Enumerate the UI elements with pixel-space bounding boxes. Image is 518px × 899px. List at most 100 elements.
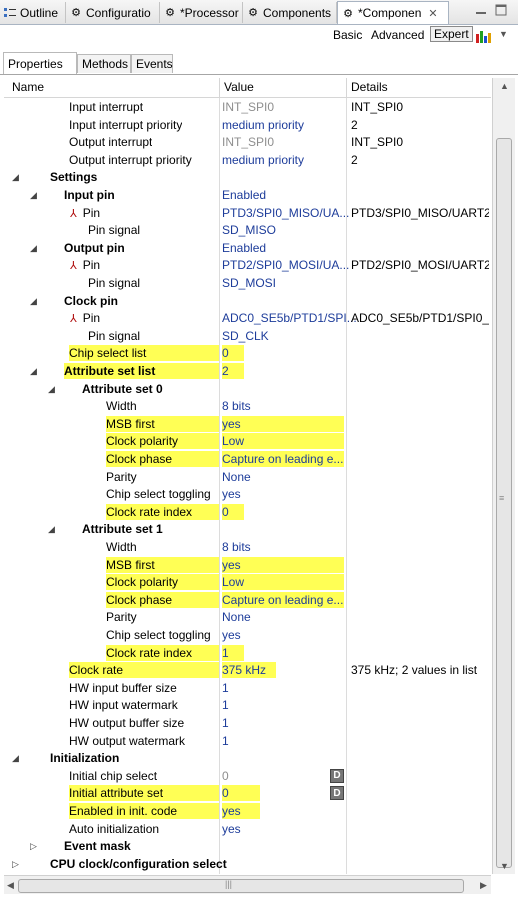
table-row[interactable]: Parity None	[4, 468, 491, 486]
expanded-twisty-icon[interactable]: ◢	[48, 524, 55, 535]
table-row[interactable]: ▷ CPU clock/configuration select	[4, 855, 491, 873]
table-row[interactable]: ◢ Clock pin	[4, 292, 491, 310]
table-row[interactable]: Initial attribute set 0 D	[4, 784, 491, 802]
property-value[interactable]: medium priority	[222, 152, 304, 168]
table-row[interactable]: Parity None	[4, 608, 491, 626]
table-row[interactable]: MSB first yes	[4, 415, 491, 433]
table-row[interactable]: ◢ Initialization	[4, 749, 491, 767]
table-row[interactable]: Clock rate index 1	[4, 644, 491, 662]
property-value[interactable]: 0	[222, 768, 229, 784]
scroll-left-icon[interactable]: ◀	[7, 880, 14, 891]
close-icon[interactable]: ✕	[428, 7, 437, 20]
property-value[interactable]: Low	[222, 433, 344, 450]
property-value[interactable]: PTD3/SPI0_MISO/UA...	[222, 205, 349, 221]
property-value[interactable]: Enabled	[222, 240, 266, 256]
maximize-icon[interactable]	[495, 4, 507, 19]
table-row[interactable]: Clock rate 375 kHz 375 kHz; 2 values in li…	[4, 661, 491, 679]
property-value[interactable]: Low	[222, 574, 344, 591]
default-value-button[interactable]: D	[330, 786, 344, 801]
table-row[interactable]: ⅄ Pin ADC0_SE5b/PTD1/SPI... ADC0_SE5b/PTD1/…	[4, 309, 491, 327]
view-menu-icon[interactable]: ▼	[499, 29, 508, 39]
table-row[interactable]: ◢ Settings	[4, 168, 491, 186]
property-value[interactable]: INT_SPI0	[222, 99, 274, 115]
table-row[interactable]: Width 8 bits	[4, 397, 491, 415]
property-value[interactable]: 8 bits	[222, 539, 251, 555]
scroll-up-icon[interactable]: ▲	[500, 81, 509, 91]
property-value[interactable]: yes	[222, 627, 241, 643]
property-value[interactable]: 1	[222, 697, 229, 713]
table-row[interactable]: Pin signal SD_MISO	[4, 221, 491, 239]
table-row[interactable]: Input interrupt priority medium priority 2	[4, 116, 491, 134]
property-value[interactable]: yes	[222, 803, 260, 819]
table-row[interactable]: ◢ Output pin Enabled	[4, 239, 491, 257]
table-row[interactable]: Clock phase Capture on leading e...	[4, 591, 491, 609]
scroll-down-icon[interactable]: ▼	[500, 861, 509, 871]
table-row[interactable]: Clock phase Capture on leading e...	[4, 450, 491, 468]
table-row[interactable]: Auto initialization yes	[4, 820, 491, 838]
table-row[interactable]: Input interrupt INT_SPI0 INT_SPI0	[4, 98, 491, 116]
expanded-twisty-icon[interactable]: ◢	[12, 172, 19, 183]
column-header-value[interactable]: Value	[224, 80, 254, 94]
property-value[interactable]: INT_SPI0	[222, 134, 274, 150]
table-row[interactable]: Output interrupt INT_SPI0 INT_SPI0	[4, 133, 491, 151]
table-row[interactable]: Chip select toggling yes	[4, 485, 491, 503]
table-row[interactable]: ◢ Attribute set list 2	[4, 362, 491, 380]
table-row[interactable]: Output interrupt priority medium priority…	[4, 151, 491, 169]
scroll-thumb[interactable]: |||	[18, 879, 464, 893]
table-row[interactable]: Width 8 bits	[4, 538, 491, 556]
collapsed-twisty-icon[interactable]: ▷	[12, 859, 19, 870]
table-row[interactable]: ⅄ Pin PTD2/SPI0_MOSI/UA... PTD2/SPI0_MOSI/U…	[4, 256, 491, 274]
property-value[interactable]: 2	[222, 363, 244, 379]
expanded-twisty-icon[interactable]: ◢	[30, 243, 37, 254]
tab-component-inspector[interactable]: ⚙ *Componen ✕	[337, 1, 449, 24]
column-header-details[interactable]: Details	[351, 80, 388, 94]
property-value[interactable]: yes	[222, 556, 344, 573]
property-value[interactable]: yes	[222, 821, 241, 837]
minimize-icon[interactable]	[475, 5, 487, 19]
table-row[interactable]: HW input watermark 1	[4, 696, 491, 714]
property-value[interactable]: medium priority	[222, 117, 304, 133]
column-divider[interactable]	[346, 78, 347, 97]
table-row[interactable]: Chip select toggling yes	[4, 626, 491, 644]
property-value[interactable]: 8 bits	[222, 398, 251, 414]
property-value[interactable]: 375 kHz	[222, 662, 276, 679]
expert-mode-button[interactable]: Expert	[430, 26, 473, 42]
default-value-button[interactable]: D	[330, 768, 344, 783]
scroll-thumb[interactable]: ≡	[496, 138, 512, 868]
property-value[interactable]: 1	[222, 733, 229, 749]
property-value[interactable]: PTD2/SPI0_MOSI/UA...	[222, 257, 349, 273]
tab-components[interactable]: ⚙ Components	[243, 2, 337, 23]
property-value[interactable]: 0	[222, 503, 244, 520]
property-value[interactable]: Enabled	[222, 187, 266, 203]
property-value[interactable]: Capture on leading e...	[222, 591, 344, 608]
table-row[interactable]: Clock rate index 0	[4, 503, 491, 521]
column-header-name[interactable]: Name	[12, 80, 44, 94]
table-row[interactable]: Clock polarity Low	[4, 432, 491, 450]
table-row[interactable]: MSB first yes	[4, 556, 491, 574]
table-row[interactable]: HW output buffer size 1	[4, 714, 491, 732]
table-row[interactable]: ▷ Event mask	[4, 837, 491, 855]
property-value[interactable]: None	[222, 609, 251, 625]
tab-configuration[interactable]: ⚙ Configuratio	[66, 2, 160, 23]
table-row[interactable]: Clock polarity Low	[4, 573, 491, 591]
table-row[interactable]: Pin signal SD_MOSI	[4, 274, 491, 292]
collapsed-twisty-icon[interactable]: ▷	[30, 841, 37, 852]
property-value[interactable]: yes	[222, 486, 241, 502]
tab-processor[interactable]: ⚙ *Processor	[160, 2, 243, 23]
advanced-mode-button[interactable]: Advanced	[371, 28, 424, 42]
table-row[interactable]: HW output watermark 1	[4, 732, 491, 750]
property-value[interactable]: 1	[222, 715, 229, 731]
tab-properties[interactable]: Properties	[3, 52, 77, 74]
tab-outline[interactable]: Outline	[0, 2, 66, 23]
property-value[interactable]: 1	[222, 680, 229, 696]
table-row[interactable]: Pin signal SD_CLK	[4, 327, 491, 345]
vertical-scrollbar[interactable]: ▲ ≡ ▼	[492, 78, 515, 874]
table-row[interactable]: Initial chip select 0 D	[4, 767, 491, 785]
property-value[interactable]: 1	[222, 644, 244, 661]
horizontal-scrollbar[interactable]: ◀ ||| ▶	[4, 875, 491, 894]
table-row[interactable]: ◢ Attribute set 1	[4, 520, 491, 538]
basic-mode-button[interactable]: Basic	[333, 28, 362, 42]
column-divider[interactable]	[219, 78, 220, 97]
chart-icon[interactable]	[475, 28, 493, 47]
table-row[interactable]: ⅄ Pin PTD3/SPI0_MISO/UA... PTD3/SPI0_MISO/U…	[4, 204, 491, 222]
